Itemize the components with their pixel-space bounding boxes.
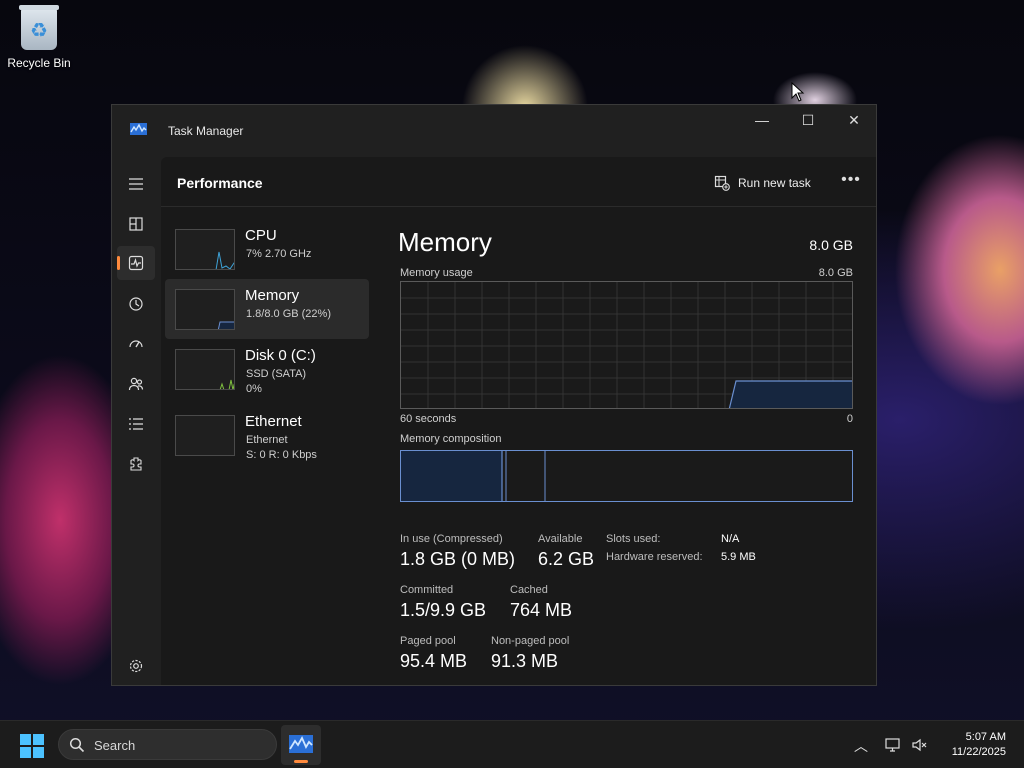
available-value: 6.2 GB [538, 549, 595, 569]
memory-usage-label: Memory usage [400, 267, 473, 279]
run-new-task-label: Run new task [738, 176, 811, 190]
slots-used-value: N/A [721, 533, 740, 545]
non-paged-pool-label: Non-paged pool [491, 635, 570, 647]
perf-item-sub: Ethernet [246, 434, 288, 446]
nav-app-history[interactable] [117, 287, 155, 321]
task-manager-taskbar-icon [289, 735, 313, 753]
windows-start-icon[interactable] [20, 734, 44, 758]
hardware-reserved-value: 5.9 MB [721, 551, 756, 563]
title-bar[interactable]: Task Manager — ☐ ✕ [112, 105, 876, 157]
minimize-icon: — [755, 112, 769, 128]
perf-item-sub: SSD (SATA) [246, 368, 307, 380]
page-title: Performance [177, 175, 263, 191]
taskbar-search-box[interactable]: Search [58, 729, 277, 760]
hamburger-menu-button[interactable] [117, 167, 155, 201]
close-button[interactable]: ✕ [831, 105, 877, 135]
perf-item-memory[interactable]: Memory 1.8/8.0 GB (22%) [165, 279, 369, 339]
users-icon [128, 377, 144, 391]
processes-icon [129, 217, 143, 231]
perf-item-sub: 1.8/8.0 GB (22%) [246, 308, 331, 320]
window-title: Task Manager [168, 124, 244, 138]
startup-apps-icon [129, 340, 143, 348]
perf-item-name: Disk 0 (C:) [245, 347, 316, 364]
nav-details[interactable] [117, 407, 155, 441]
ethernet-thumbnail-graph [175, 415, 235, 456]
disk-thumbnail-graph [175, 349, 235, 390]
network-icon[interactable] [885, 737, 901, 753]
task-manager-window: Task Manager — ☐ ✕ Performance Run new t… [111, 104, 877, 686]
volume-muted-icon[interactable] [911, 737, 927, 753]
non-paged-pool-value: 91.3 MB [491, 651, 559, 671]
task-manager-app-icon [130, 123, 147, 135]
services-icon [130, 457, 142, 471]
committed-label: Committed [400, 584, 454, 596]
clock-time: 5:07 AM [965, 731, 1006, 743]
perf-item-cpu[interactable]: CPU 7% 2.70 GHz [165, 219, 369, 279]
nav-services[interactable] [117, 447, 155, 481]
recycle-bin-label: Recycle Bin [7, 56, 71, 70]
cached-value: 764 MB [510, 600, 573, 620]
details-icon [129, 418, 143, 430]
left-navigation [112, 157, 161, 685]
nav-processes[interactable] [117, 207, 155, 241]
nav-startup-apps[interactable] [117, 327, 155, 361]
slots-used-label: Slots used: [606, 533, 661, 545]
close-icon: ✕ [848, 111, 860, 128]
memory-usage-max: 8.0 GB [818, 267, 853, 279]
available-label: Available [538, 533, 583, 545]
paged-pool-label: Paged pool [400, 635, 456, 647]
recycle-bin-desktop-icon[interactable]: ♻ Recycle Bin [6, 5, 72, 70]
perf-item-name: Ethernet [245, 413, 302, 430]
maximize-icon: ☐ [801, 111, 815, 128]
memory-thumbnail-graph [175, 289, 235, 330]
hardware-reserved-label: Hardware reserved: [606, 551, 703, 563]
graph-zero-label: 0 [846, 413, 853, 425]
taskbar: Search ︿ 5:07 AM 11/22/2025 [0, 720, 1024, 768]
run-new-task-button[interactable]: Run new task [714, 170, 811, 196]
nav-users[interactable] [117, 367, 155, 401]
show-hidden-icons-chevron-icon[interactable]: ︿ [854, 736, 868, 756]
memory-capacity: 8.0 GB [809, 237, 853, 253]
running-indicator [294, 760, 308, 763]
minimize-button[interactable]: — [739, 105, 785, 135]
content-pane: Performance Run new task ••• CPU 7% 2.70… [161, 157, 876, 685]
memory-composition-label: Memory composition [400, 433, 502, 445]
committed-value: 1.5/9.9 GB [400, 600, 487, 620]
perf-item-name: Memory [245, 287, 300, 304]
search-icon [69, 737, 85, 753]
perf-item-sub: 7% 2.70 GHz [246, 248, 312, 260]
taskbar-task-manager-button[interactable] [281, 725, 321, 765]
more-icon: ••• [841, 171, 861, 188]
app-history-icon [129, 297, 143, 311]
performance-icon [128, 255, 144, 271]
maximize-button[interactable]: ☐ [785, 105, 831, 135]
content-header: Performance Run new task ••• [161, 157, 876, 207]
run-task-icon [714, 175, 730, 191]
in-use-value: 1.8 GB (0 MB) [400, 549, 516, 569]
memory-composition-bar [400, 450, 853, 502]
perf-item-ethernet[interactable]: Ethernet Ethernet S: 0 R: 0 Kbps [165, 405, 369, 465]
perf-item-disk[interactable]: Disk 0 (C:) SSD (SATA) 0% [165, 339, 369, 399]
perf-item-sub: 0% [246, 383, 262, 395]
memory-usage-graph [400, 281, 853, 409]
perf-item-sub: S: 0 R: 0 Kbps [246, 449, 317, 461]
in-use-label: In use (Compressed) [400, 533, 503, 545]
recycle-bin-icon: ♻ [19, 5, 59, 50]
nav-settings[interactable] [117, 649, 155, 683]
search-placeholder: Search [94, 738, 136, 753]
clock-date: 11/22/2025 [951, 746, 1006, 758]
hamburger-menu-icon [129, 178, 143, 190]
time-span-label: 60 seconds [400, 413, 457, 425]
cached-label: Cached [510, 584, 548, 596]
perf-item-name: CPU [245, 227, 277, 244]
cpu-thumbnail-graph [175, 229, 235, 270]
settings-icon [129, 659, 143, 673]
detail-title: Memory [398, 227, 492, 257]
nav-performance[interactable] [117, 246, 155, 280]
mouse-cursor-icon [791, 82, 805, 102]
more-options-button[interactable]: ••• [837, 171, 865, 195]
taskbar-clock[interactable]: 5:07 AM 11/22/2025 [952, 730, 1006, 760]
paged-pool-value: 95.4 MB [400, 651, 468, 671]
